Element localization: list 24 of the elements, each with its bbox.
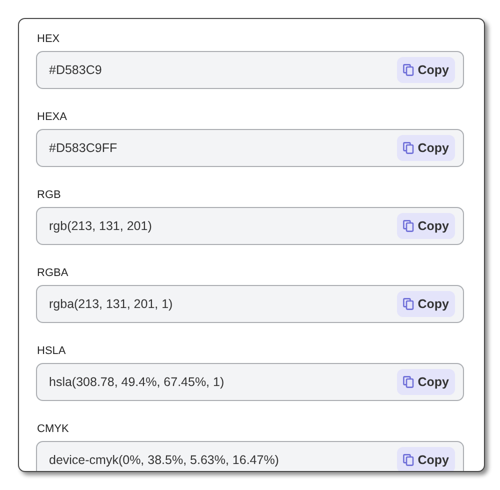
field-label: HEXA (37, 111, 67, 123)
copy-icon (402, 376, 414, 388)
copy-button[interactable]: Copy (396, 291, 455, 317)
color-value-field[interactable]: hsla(308.78, 49.4%, 67.45%, 1) Copy (36, 363, 464, 401)
copy-icon (402, 142, 414, 154)
copy-icon (402, 298, 414, 310)
field-label: RGB (37, 189, 61, 201)
color-value-field[interactable]: device-cmyk(0%, 38.5%, 5.63%, 16.47%) Copy (36, 441, 464, 471)
copy-button[interactable]: Copy (396, 135, 455, 161)
copy-icon (402, 220, 414, 232)
copy-button[interactable]: Copy (396, 447, 455, 471)
color-value-field[interactable]: #D583C9 Copy (36, 51, 464, 89)
copy-icon (402, 64, 414, 76)
copy-button[interactable]: Copy (396, 57, 455, 83)
color-value-field[interactable]: rgb(213, 131, 201) Copy (36, 207, 464, 245)
copy-icon (402, 454, 414, 466)
color-value-field[interactable]: #D583C9FF Copy (36, 129, 464, 167)
field-label: HEX (37, 33, 60, 45)
copy-button[interactable]: Copy (396, 213, 455, 239)
color-value-field[interactable]: rgba(213, 131, 201, 1) Copy (36, 285, 464, 323)
copy-button[interactable]: Copy (396, 369, 455, 395)
field-label: CMYK (37, 423, 69, 435)
field-label: RGBA (37, 267, 68, 279)
field-label: HSLA (37, 345, 66, 357)
